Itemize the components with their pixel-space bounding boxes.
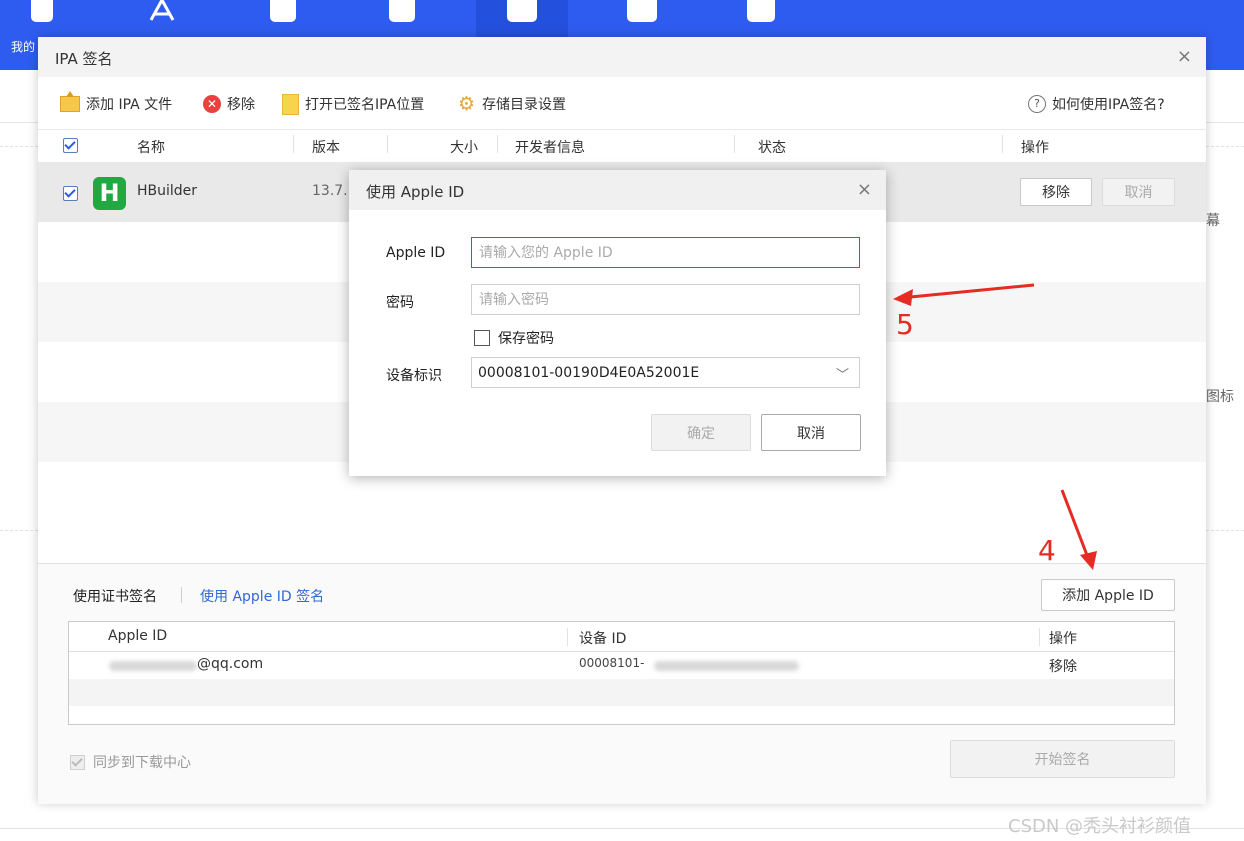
arrow-icon	[1060, 489, 1097, 570]
annotation-step-4: 4	[1038, 534, 1056, 567]
annotation-arrows	[893, 283, 1097, 570]
csdn-watermark: CSDN @秃头衬衫颜值	[1008, 816, 1192, 837]
arrow-icon	[893, 283, 1035, 306]
annotation-step-5: 5	[896, 308, 914, 341]
